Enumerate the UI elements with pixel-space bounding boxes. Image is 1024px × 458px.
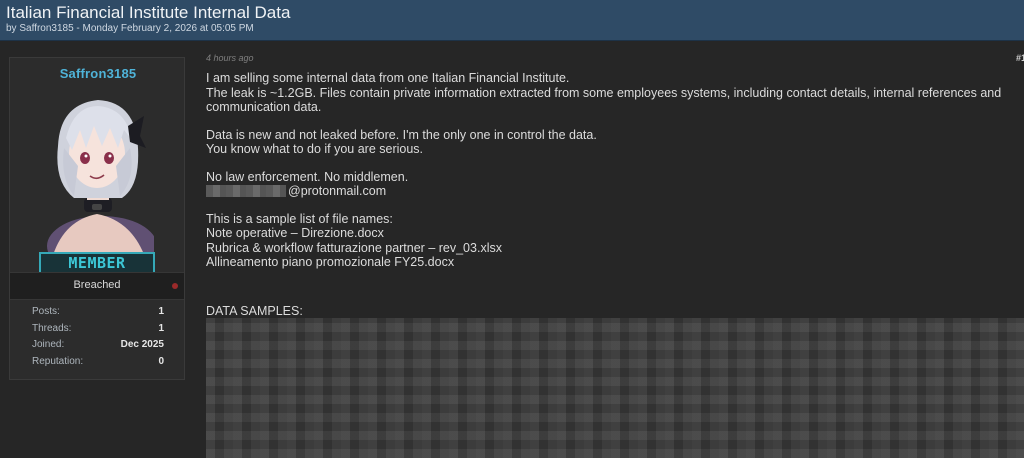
- post-line: You know what to do if you are serious.: [206, 142, 424, 156]
- stat-label: Threads:: [32, 322, 72, 334]
- stat-value: 1: [158, 322, 164, 334]
- pixelated-data-sample: [206, 318, 1024, 458]
- stat-value: Dec 2025: [120, 339, 164, 350]
- post-number-link[interactable]: #1: [1016, 53, 1024, 63]
- user-panel: Saffron3185 MEMBER Breached Posts: 1 Thr…: [9, 57, 185, 380]
- file-name: Allineamento piano promozionale FY25.doc…: [206, 255, 455, 269]
- rank-bar: Breached: [10, 272, 184, 300]
- username-link[interactable]: Saffron3185: [10, 66, 186, 81]
- file-name: Note operative – Direzione.docx: [206, 226, 384, 240]
- user-stats: Posts: 1 Threads: 1 Joined: Dec 2025 Rep…: [32, 306, 164, 372]
- stat-label: Joined:: [32, 339, 65, 350]
- stat-row-threads: Threads: 1: [32, 323, 164, 340]
- avatar[interactable]: [40, 86, 154, 266]
- file-list-intro: This is a sample list of file names:: [206, 211, 393, 226]
- thread-title: Italian Financial Institute Internal Dat…: [6, 3, 291, 22]
- avatar-image: [40, 86, 154, 266]
- post-line: The leak is ~1.2GB. Files contain privat…: [206, 85, 1002, 115]
- post-timestamp: 4 hours ago: [206, 53, 254, 63]
- forum-page: Italian Financial Institute Internal Dat…: [0, 0, 1024, 458]
- stat-label: Posts:: [32, 306, 60, 317]
- redacted-block: [206, 185, 286, 197]
- post-body: I am selling some internal data from one…: [206, 71, 1018, 270]
- stat-row-reputation: Reputation: 0: [32, 356, 164, 373]
- stat-value: 0: [158, 355, 164, 367]
- data-samples-label: DATA SAMPLES:: [206, 304, 303, 318]
- thread-meta: by Saffron3185 - Monday February 2, 2026…: [6, 23, 254, 34]
- file-name: Rubrica & workflow fatturazione partner …: [206, 240, 502, 255]
- stat-value: 1: [158, 306, 164, 317]
- offline-status-icon: [172, 283, 178, 289]
- rank-label: Breached: [73, 279, 121, 291]
- post-line: No law enforcement. No middlemen.: [206, 169, 409, 184]
- stat-label: Reputation:: [32, 355, 84, 367]
- member-badge-label: MEMBER: [39, 252, 155, 274]
- email-suffix: @protonmail.com: [288, 184, 387, 198]
- stat-row-joined: Joined: Dec 2025: [32, 339, 164, 356]
- stat-row-posts: Posts: 1: [32, 306, 164, 323]
- thread-header: Italian Financial Institute Internal Dat…: [0, 0, 1024, 41]
- post-line: I am selling some internal data from one…: [206, 71, 570, 85]
- post-line: Data is new and not leaked before. I'm t…: [206, 127, 597, 142]
- member-badge: MEMBER: [39, 252, 155, 274]
- contact-email: @protonmail.com: [206, 184, 1018, 199]
